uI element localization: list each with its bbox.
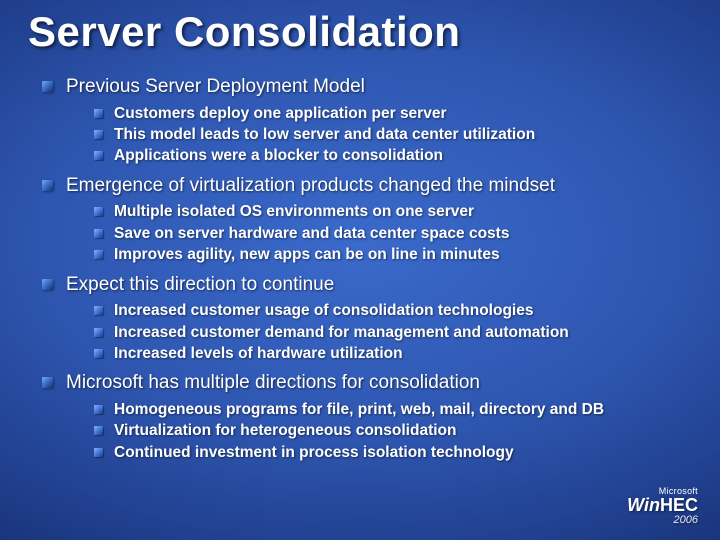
section-heading: Previous Server Deployment Model Custome…	[42, 74, 692, 167]
list-item: Improves agility, new apps can be on lin…	[94, 244, 692, 265]
section-heading: Emergence of virtualization products cha…	[42, 173, 692, 266]
list-item: Increased levels of hardware utilization	[94, 343, 692, 364]
section-heading: Expect this direction to continue Increa…	[42, 272, 692, 365]
list-item: Continued investment in process isolatio…	[94, 442, 692, 463]
sub-list: Customers deploy one application per ser…	[66, 103, 692, 167]
list-item: Increased customer demand for management…	[94, 322, 692, 343]
list-item: Increased customer usage of consolidatio…	[94, 300, 692, 321]
slide-title: Server Consolidation	[28, 8, 692, 56]
logo-year: 2006	[627, 514, 698, 526]
section-heading: Microsoft has multiple directions for co…	[42, 370, 692, 463]
list-item: Customers deploy one application per ser…	[94, 103, 692, 124]
section-heading-text: Expect this direction to continue	[66, 274, 334, 295]
list-item: Save on server hardware and data center …	[94, 223, 692, 244]
section-heading-text: Emergence of virtualization products cha…	[66, 175, 555, 196]
sub-list: Multiple isolated OS environments on one…	[66, 201, 692, 265]
list-item: Virtualization for heterogeneous consoli…	[94, 420, 692, 441]
logo-brand-suffix: HEC	[660, 495, 698, 515]
footer-logo: Microsoft WinHEC 2006	[627, 486, 698, 526]
section-heading-text: Microsoft has multiple directions for co…	[66, 372, 480, 393]
bullet-list: Previous Server Deployment Model Custome…	[28, 74, 692, 463]
list-item: This model leads to low server and data …	[94, 124, 692, 145]
logo-brand-prefix: Win	[627, 495, 660, 515]
sub-list: Homogeneous programs for file, print, we…	[66, 399, 692, 463]
list-item: Multiple isolated OS environments on one…	[94, 201, 692, 222]
sub-list: Increased customer usage of consolidatio…	[66, 300, 692, 364]
list-item: Homogeneous programs for file, print, we…	[94, 399, 692, 420]
logo-brand: WinHEC	[627, 496, 698, 514]
slide: Server Consolidation Previous Server Dep…	[0, 0, 720, 540]
list-item: Applications were a blocker to consolida…	[94, 145, 692, 166]
section-heading-text: Previous Server Deployment Model	[66, 76, 365, 97]
